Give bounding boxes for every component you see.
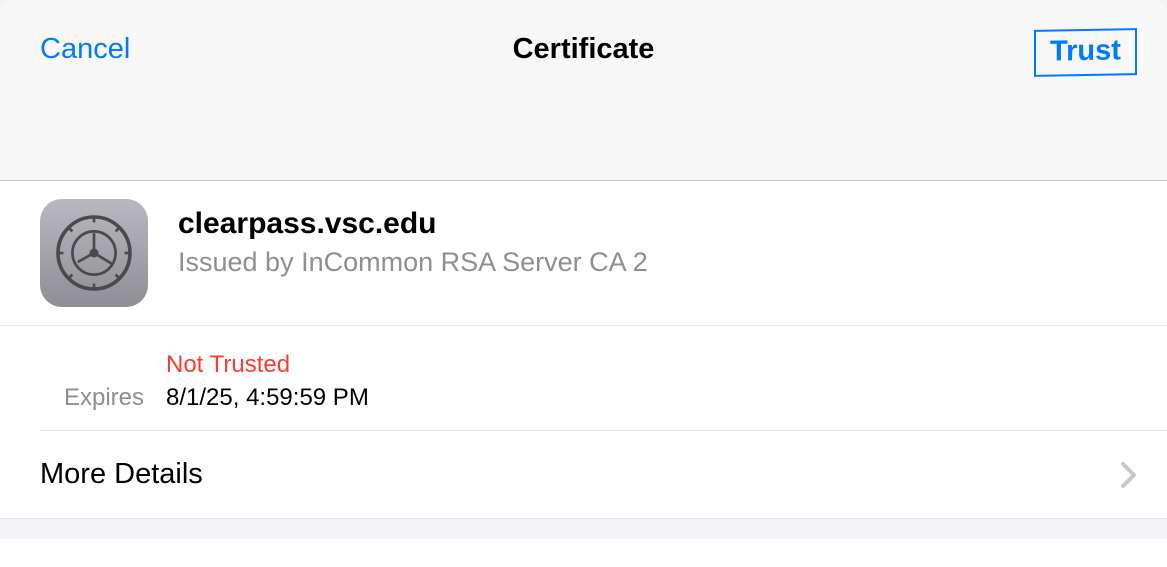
more-details-label: More Details — [40, 458, 203, 491]
navigation-bar: Cancel Certificate Trust — [0, 0, 1167, 181]
trust-button[interactable]: Trust — [1034, 28, 1137, 77]
certificate-text-block: clearpass.vsc.edu Issued by InCommon RSA… — [178, 199, 1167, 278]
certificate-summary-row: clearpass.vsc.edu Issued by InCommon RSA… — [0, 181, 1167, 326]
expires-label: Expires — [40, 384, 166, 412]
expires-row: Expires 8/1/25, 4:59:59 PM — [40, 378, 1167, 430]
certificate-trust-sheet: Cancel Certificate Trust — [0, 0, 1167, 567]
certificate-common-name: clearpass.vsc.edu — [178, 207, 1167, 241]
certificate-settings-icon — [40, 199, 148, 307]
trust-status-value: Not Trusted — [166, 351, 290, 379]
more-details-row[interactable]: More Details — [0, 431, 1167, 519]
certificate-status-block: Not Trusted Expires 8/1/25, 4:59:59 PM — [40, 326, 1167, 431]
page-title: Certificate — [513, 33, 655, 66]
trust-status-row: Not Trusted — [40, 326, 1167, 378]
cancel-button[interactable]: Cancel — [40, 33, 130, 66]
bottom-strip — [0, 519, 1167, 539]
chevron-right-icon — [1121, 462, 1137, 488]
expires-value: 8/1/25, 4:59:59 PM — [166, 384, 369, 412]
content-area: clearpass.vsc.edu Issued by InCommon RSA… — [0, 181, 1167, 539]
certificate-issuer: Issued by InCommon RSA Server CA 2 — [178, 247, 1167, 278]
